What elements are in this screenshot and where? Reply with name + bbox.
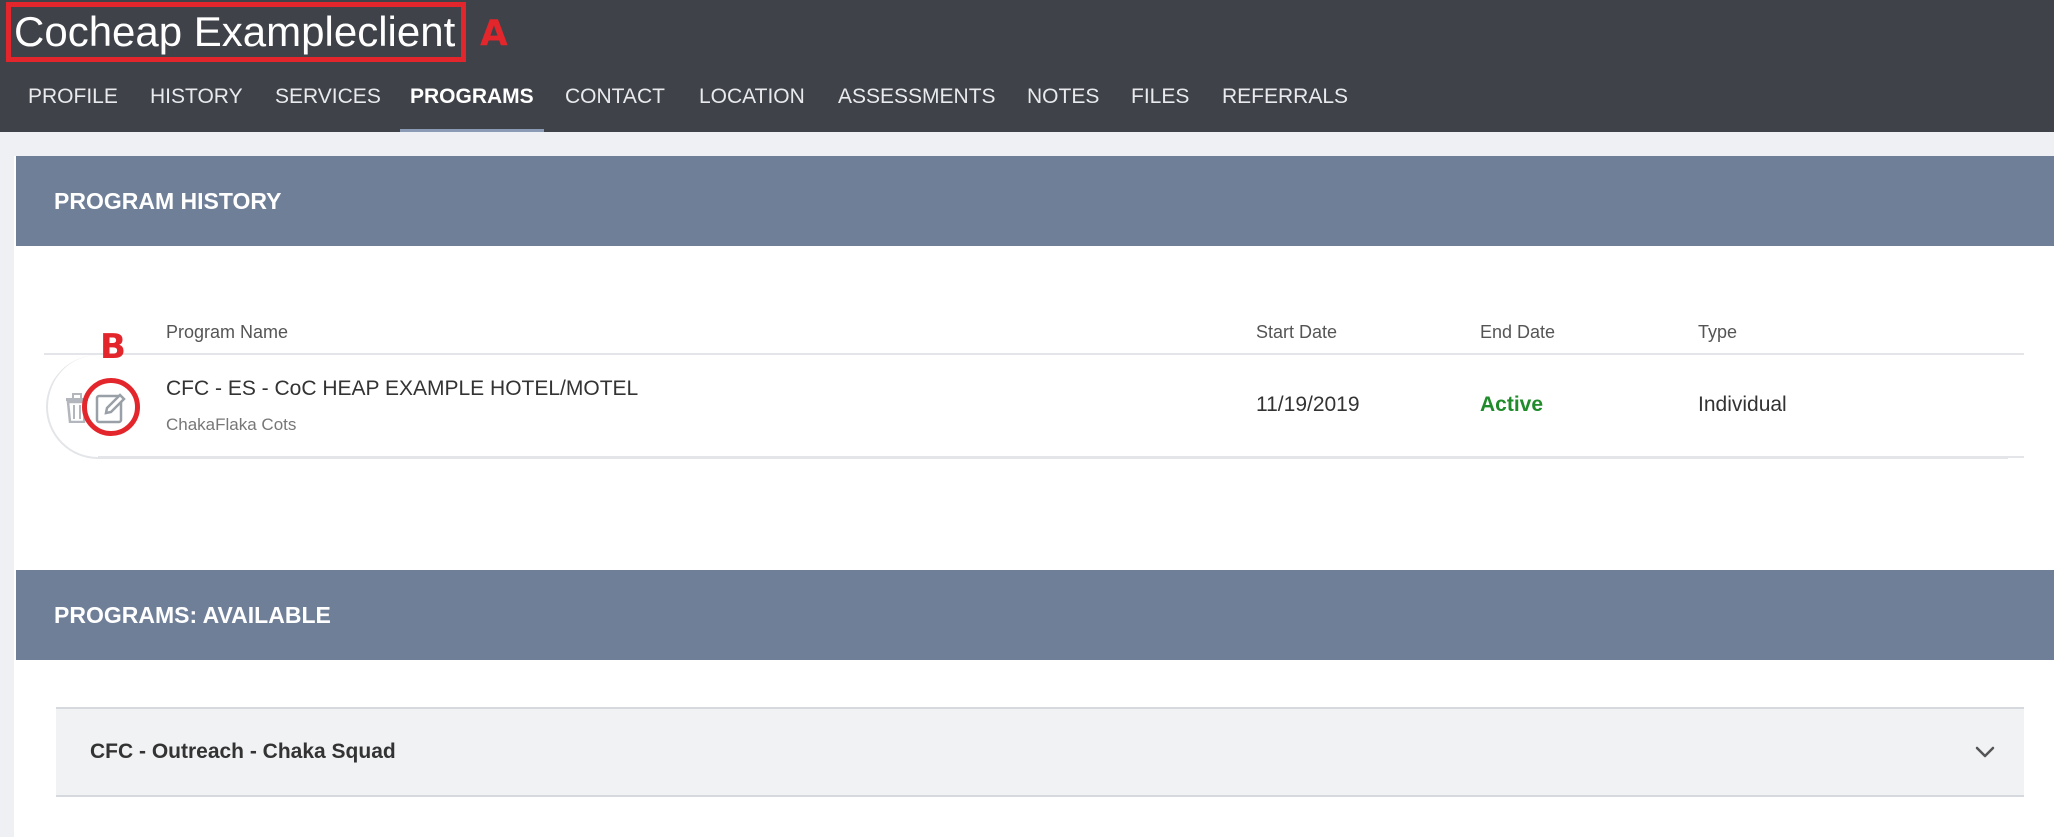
chevron-down-icon[interactable] — [1974, 741, 1996, 763]
program-agency: ChakaFlaka Cots — [166, 415, 297, 434]
annotation-label-a: A — [480, 13, 508, 54]
tab-assessments[interactable]: ASSESSMENTS — [838, 76, 996, 132]
tab-services[interactable]: SERVICES — [275, 76, 381, 132]
available-program-label: CFC - Outreach - Chaka Squad — [90, 740, 396, 763]
column-header-start-date: Start Date — [1256, 322, 1338, 342]
tab-notes[interactable]: NOTES — [1027, 76, 1099, 132]
annotation-circle-b — [82, 378, 140, 436]
programs-available-header: PROGRAMS: AVAILABLE — [16, 570, 2054, 660]
client-header: Cocheap Exampleclient A PROFILE HISTORY … — [0, 0, 2054, 132]
program-name: CFC - ES - CoC HEAP EXAMPLE HOTEL/MOTEL — [166, 377, 639, 400]
program-type: Individual — [1698, 393, 1787, 416]
program-status-badge: Active — [1480, 393, 1544, 416]
tab-contact[interactable]: CONTACT — [565, 76, 665, 132]
column-header-program-name: Program Name — [166, 322, 289, 342]
available-program-item[interactable]: CFC - Outreach - Chaka Squad — [56, 707, 2024, 797]
program-start-date: 11/19/2019 — [1256, 393, 1360, 416]
tab-programs[interactable]: PROGRAMS — [400, 76, 544, 132]
tab-profile[interactable]: PROFILE — [28, 76, 118, 132]
column-header-type: Type — [1698, 322, 1738, 342]
annotation-label-b: B — [100, 327, 126, 367]
annotation-box-a — [6, 2, 466, 62]
program-history-header: PROGRAM HISTORY — [16, 156, 2054, 246]
tab-location[interactable]: LOCATION — [699, 76, 805, 132]
tab-files[interactable]: FILES — [1131, 76, 1189, 132]
programs-panel: PROGRAM HISTORY Program Name Start Date … — [14, 156, 2054, 837]
tab-history[interactable]: HISTORY — [150, 76, 243, 132]
program-history-title: PROGRAM HISTORY — [54, 188, 282, 214]
row-divider — [98, 456, 2024, 458]
column-header-end-date: End Date — [1480, 322, 1556, 342]
tab-referrals[interactable]: REFERRALS — [1222, 76, 1348, 132]
programs-available-title: PROGRAMS: AVAILABLE — [54, 602, 331, 628]
